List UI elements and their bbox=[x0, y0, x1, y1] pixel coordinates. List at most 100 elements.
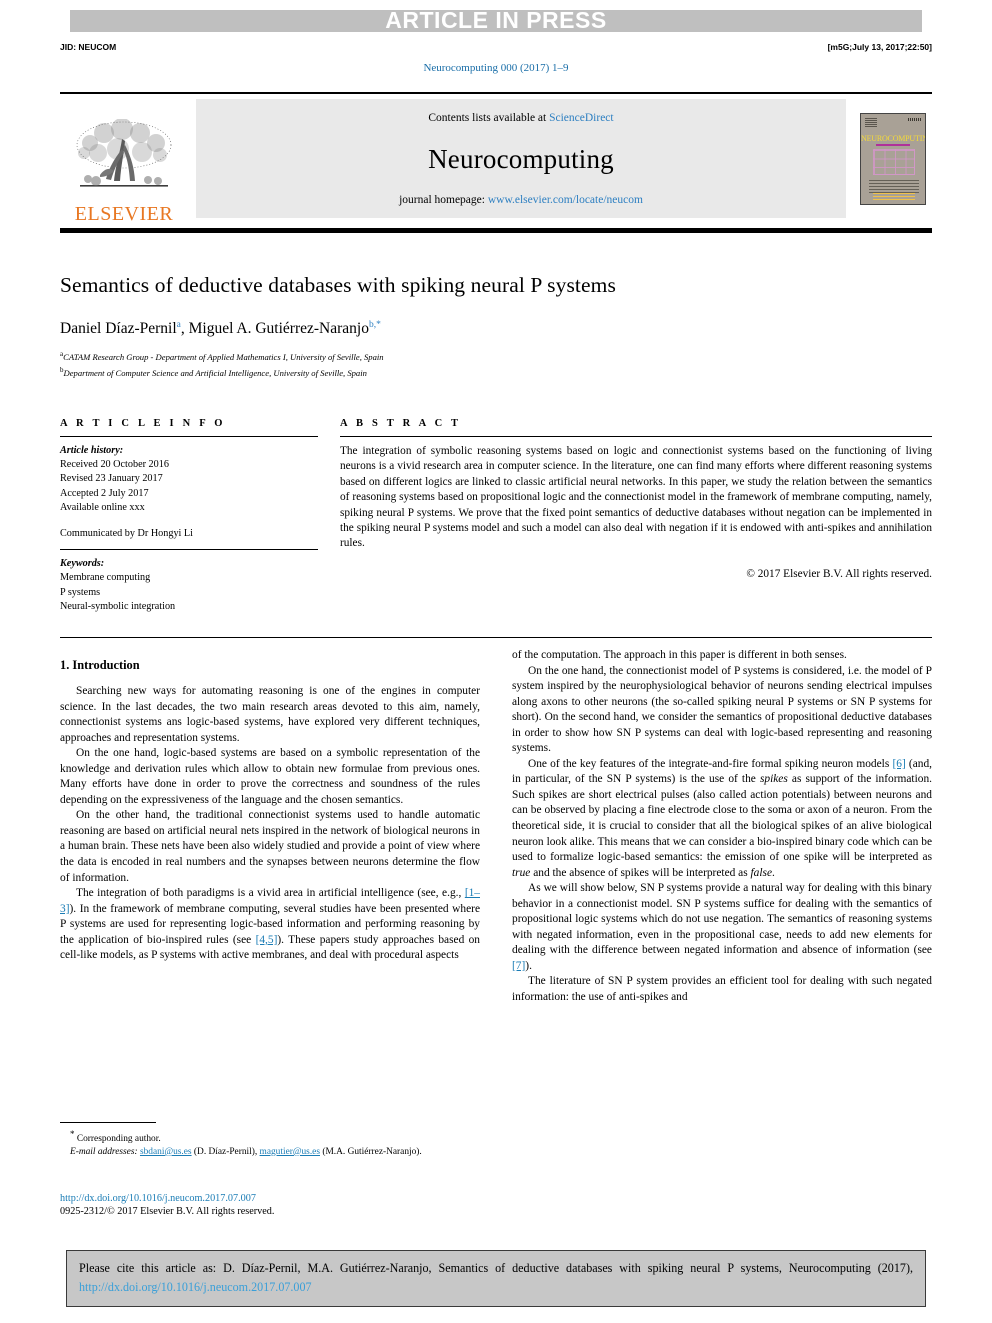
keyword-item: Membrane computing bbox=[60, 572, 151, 584]
elsevier-tree-icon bbox=[76, 119, 172, 187]
contents-lists-line: Contents lists available at ScienceDirec… bbox=[428, 112, 613, 124]
affiliation-text-b: Department of Computer Science and Artif… bbox=[63, 367, 367, 378]
article-info-rule-mid bbox=[60, 549, 318, 551]
cite-this-article-box: Please cite this article as: D. Díaz-Per… bbox=[66, 1250, 926, 1307]
email-link-1[interactable]: sbdani@us.es bbox=[140, 1147, 192, 1157]
abstract-column: A B S T R A C T The integration of symbo… bbox=[340, 418, 932, 614]
contents-prefix: Contents lists available at bbox=[428, 112, 550, 124]
body-separator-rule bbox=[60, 637, 932, 638]
section-heading-introduction: 1. Introduction bbox=[60, 658, 140, 672]
journal-title: Neurocomputing bbox=[428, 143, 614, 174]
paragraph-text-part: ). bbox=[525, 959, 532, 972]
affiliation-text-a: CATAM Research Group - Department of App… bbox=[63, 352, 384, 363]
jid-label: JID: NEUCOM bbox=[60, 42, 117, 52]
elsevier-logo: ELSEVIER bbox=[60, 94, 188, 224]
journal-cover-cell: NEUROCOMPUTING bbox=[854, 94, 932, 224]
cite-doi-link[interactable]: http://dx.doi.org/10.1016/j.neucom.2017.… bbox=[79, 1280, 312, 1294]
journal-cover-thumbnail: NEUROCOMPUTING bbox=[860, 113, 926, 205]
article-communicated-by: Communicated by Dr Hongyi Li bbox=[60, 528, 193, 540]
article-received: Received 20 October 2016 bbox=[60, 459, 169, 471]
corresponding-author-label: Corresponding author. bbox=[76, 1134, 161, 1145]
body-paragraph: of the computation. The approach in this… bbox=[512, 649, 847, 661]
article-accepted: Accepted 2 July 2017 bbox=[60, 487, 149, 499]
sciencedirect-link[interactable]: ScienceDirect bbox=[549, 112, 614, 124]
journal-homepage-link[interactable]: www.elsevier.com/locate/neucom bbox=[488, 194, 643, 206]
cover-accent-bar bbox=[876, 144, 910, 146]
cite-text: Please cite this article as: D. Díaz-Per… bbox=[79, 1259, 913, 1297]
body-column-left: 1. Introduction Searching new ways for a… bbox=[60, 648, 480, 1006]
author-name-1: Daniel Díaz-Pernil bbox=[60, 320, 177, 338]
article-in-press-label: ARTICLE IN PRESS bbox=[385, 7, 607, 33]
citation-ref-6[interactable]: [6] bbox=[892, 758, 905, 770]
abstract-copyright: © 2017 Elsevier B.V. All rights reserved… bbox=[746, 567, 932, 580]
citation-ref-7[interactable]: [7] bbox=[512, 960, 525, 972]
doi-link[interactable]: http://dx.doi.org/10.1016/j.neucom.2017.… bbox=[60, 1192, 560, 1205]
journal-masthead: ELSEVIER Contents lists available at Sci… bbox=[60, 92, 932, 224]
cover-footer-lines bbox=[873, 193, 915, 200]
article-info-rule-top bbox=[60, 436, 318, 437]
body-paragraph: On the other hand, the traditional conne… bbox=[60, 809, 480, 884]
masthead-center: Contents lists available at ScienceDirec… bbox=[196, 99, 846, 218]
citation-ref-4-5[interactable]: [4,5] bbox=[256, 934, 278, 946]
issn-copyright-line: 0925-2312/© 2017 Elsevier B.V. All right… bbox=[60, 1206, 275, 1217]
footnote-block: * Corresponding author. E-mail addresses… bbox=[60, 1122, 480, 1158]
author-name-2: Miguel A. Gutiérrez-Naranjo bbox=[188, 320, 369, 338]
email-addresses-note: E-mail addresses: sbdani@us.es (D. Díaz-… bbox=[60, 1146, 480, 1159]
journal-homepage-line: journal homepage: www.elsevier.com/locat… bbox=[399, 194, 643, 206]
keyword-item: Neural-symbolic integration bbox=[60, 600, 176, 612]
article-in-press-banner: ARTICLE IN PRESS bbox=[70, 7, 922, 33]
article-history-block: Article history: Received 20 October 201… bbox=[60, 444, 318, 541]
abstract-text: The integration of symbolic reasoning sy… bbox=[340, 445, 932, 550]
info-abstract-region: A R T I C L E I N F O Article history: R… bbox=[60, 418, 932, 614]
homepage-prefix: journal homepage: bbox=[399, 194, 488, 206]
body-paragraph-with-refs: The integration of both paradigms is a v… bbox=[60, 886, 480, 964]
email-owner-1: (D. Díaz-Pernil), bbox=[193, 1146, 258, 1157]
article-info-column: A R T I C L E I N F O Article history: R… bbox=[60, 418, 318, 614]
corresponding-star-mark: ,* bbox=[373, 320, 381, 330]
body-columns: 1. Introduction Searching new ways for a… bbox=[60, 648, 932, 1006]
footnote-rule bbox=[60, 1122, 156, 1123]
paragraph-text-part: . bbox=[772, 866, 775, 879]
masthead-bottom-rule bbox=[60, 228, 932, 233]
affiliation-b: bDepartment of Computer Science and Arti… bbox=[60, 364, 932, 379]
email-link-2[interactable]: magutier@us.es bbox=[260, 1147, 320, 1157]
cover-grid-graphic bbox=[873, 149, 915, 175]
affiliation-list: aCATAM Research Group - Department of Ap… bbox=[60, 348, 932, 379]
email-owner-2: (M.A. Gutiérrez-Naranjo). bbox=[322, 1146, 422, 1157]
cover-journal-title: NEUROCOMPUTING bbox=[861, 134, 925, 143]
article-revised: Revised 23 January 2017 bbox=[60, 473, 163, 485]
abstract-rule-top bbox=[340, 436, 932, 437]
title-block: Semantics of deductive databases with sp… bbox=[60, 272, 932, 379]
paragraph-text-part: The integration of both paradigms is a v… bbox=[76, 887, 465, 900]
author-list: Daniel Díaz-Pernila, Miguel A. Gutiérrez… bbox=[60, 316, 932, 338]
body-paragraph: On the one hand, the connectionist model… bbox=[512, 664, 932, 755]
journal-reference: Neurocomputing 000 (2017) 1–9 bbox=[423, 62, 569, 74]
keywords-block: Keywords: Membrane computing P systems N… bbox=[60, 557, 318, 614]
emphasis-false: false bbox=[750, 866, 773, 879]
body-paragraph: Searching new ways for automating reason… bbox=[60, 685, 480, 744]
keyword-item: P systems bbox=[60, 586, 101, 598]
footnote-star-mark: * bbox=[70, 1129, 75, 1139]
body-paragraph: The literature of SN P system provides a… bbox=[512, 975, 932, 1004]
body-paragraph-with-refs: As we will show below, SN P systems prov… bbox=[512, 881, 932, 974]
jid-row: JID: NEUCOM [m5G;July 13, 2017;22:50] bbox=[60, 42, 932, 52]
body-paragraph: On the one hand, logic-based systems are… bbox=[60, 747, 480, 806]
paragraph-text-part: and the absence of spikes will be interp… bbox=[530, 866, 751, 879]
article-available-online: Available online xxx bbox=[60, 501, 145, 513]
paragraph-text-part: As we will show below, SN P systems prov… bbox=[512, 882, 932, 957]
build-stamp-label: [m5G;July 13, 2017;22:50] bbox=[827, 42, 932, 52]
author-separator: , bbox=[180, 320, 189, 338]
affiliation-a: aCATAM Research Group - Department of Ap… bbox=[60, 348, 932, 363]
email-addresses-label: E-mail addresses: bbox=[70, 1146, 138, 1157]
paragraph-text-part: One of the key features of the integrate… bbox=[528, 757, 893, 770]
cite-prefix: Please cite this article as: D. Díaz-Per… bbox=[79, 1261, 913, 1275]
elsevier-wordmark: ELSEVIER bbox=[74, 203, 174, 225]
article-info-heading: A R T I C L E I N F O bbox=[60, 418, 226, 429]
body-paragraph-with-refs: One of the key features of the integrate… bbox=[512, 757, 932, 881]
paper-page: ARTICLE IN PRESS JID: NEUCOM [m5G;July 1… bbox=[0, 0, 992, 1323]
abstract-heading: A B S T R A C T bbox=[340, 418, 462, 429]
cover-barcode-icon bbox=[908, 118, 922, 121]
keywords-label: Keywords: bbox=[60, 558, 105, 570]
emphasis-true: true bbox=[512, 866, 531, 879]
